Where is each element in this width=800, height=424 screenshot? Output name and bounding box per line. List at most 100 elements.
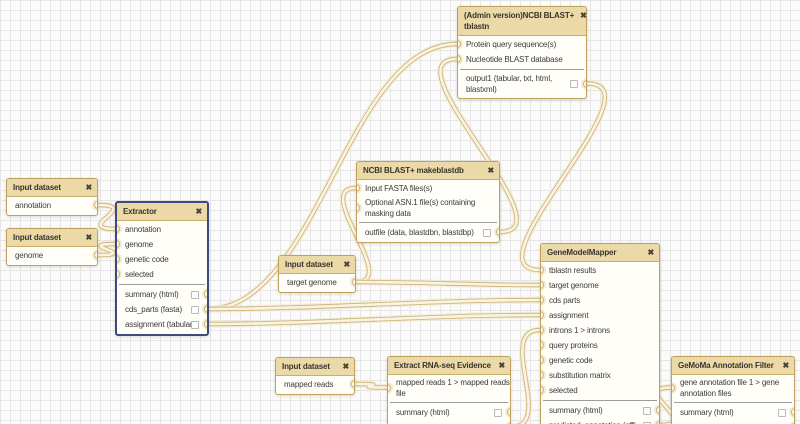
output-terminal[interactable] xyxy=(204,290,207,298)
port-label: cds parts xyxy=(549,295,580,306)
workflow-canvas[interactable]: (Admin version)NCBI BLAST+ tblastn ✖ Pro… xyxy=(0,0,800,424)
input-terminal[interactable] xyxy=(541,341,544,349)
node-header[interactable]: Input dataset ✖ xyxy=(7,179,97,197)
close-icon[interactable]: ✖ xyxy=(647,247,654,258)
close-icon[interactable]: ✖ xyxy=(580,10,587,21)
port-label: gene annotation file 1 > gene annotation… xyxy=(680,377,779,399)
input-terminal[interactable] xyxy=(672,384,675,392)
io-separator xyxy=(119,284,205,285)
input-terminal[interactable] xyxy=(541,356,544,364)
node-header[interactable]: GeneModelMapper ✖ xyxy=(541,244,659,262)
port-label: summary (html) xyxy=(549,405,602,416)
output-port-row: target genome xyxy=(279,275,355,290)
close-icon[interactable]: ✖ xyxy=(195,206,202,217)
close-icon[interactable]: ✖ xyxy=(487,165,494,176)
output-port-row: summary (html) xyxy=(672,405,794,420)
node-title: GeMoMa Annotation Filter xyxy=(678,360,774,371)
input-terminal[interactable] xyxy=(541,281,544,289)
input-terminal[interactable] xyxy=(541,311,544,319)
node-header[interactable]: Extractor ✖ xyxy=(117,203,207,221)
output-terminal[interactable] xyxy=(496,228,499,236)
output-terminal[interactable] xyxy=(351,380,354,388)
connection-wire xyxy=(356,282,540,285)
output-terminal[interactable] xyxy=(94,251,97,259)
workflow-node-extract-rnaseq[interactable]: Extract RNA-seq Evidence ✖ mapped reads … xyxy=(387,356,511,424)
workflow-node-input-target-genome[interactable]: Input dataset ✖ target genome xyxy=(278,255,356,293)
port-label: annotation xyxy=(15,200,51,211)
output-port-row: cds_parts (fasta) xyxy=(117,302,207,317)
port-label: mapped reads 1 > mapped reads file xyxy=(396,377,510,399)
input-terminal[interactable] xyxy=(541,326,544,334)
close-icon[interactable]: ✖ xyxy=(498,360,505,371)
workflow-node-extractor[interactable]: Extractor ✖ annotationgenomegenetic code… xyxy=(115,201,209,336)
workflow-output-checkbox[interactable] xyxy=(570,80,578,88)
workflow-node-input-annotation[interactable]: Input dataset ✖ annotation xyxy=(6,178,98,216)
output-terminal[interactable] xyxy=(204,320,207,328)
input-terminal[interactable] xyxy=(541,386,544,394)
input-terminal[interactable] xyxy=(388,384,391,392)
workflow-output-checkbox[interactable] xyxy=(483,229,491,237)
node-title: NCBI BLAST+ makeblastdb xyxy=(363,165,464,176)
workflow-node-gemoma-filter[interactable]: GeMoMa Annotation Filter ✖ gene annotati… xyxy=(671,356,795,424)
output-port-row: output1 (tabular, txt, html, blastxml) xyxy=(458,72,586,96)
input-terminal[interactable] xyxy=(357,184,360,192)
output-terminal[interactable] xyxy=(791,408,794,416)
input-terminal[interactable] xyxy=(541,371,544,379)
node-header[interactable]: Input dataset ✖ xyxy=(7,229,97,247)
output-terminal[interactable] xyxy=(507,408,510,416)
output-port-row: genome xyxy=(7,248,97,263)
close-icon[interactable]: ✖ xyxy=(343,259,350,270)
workflow-output-checkbox[interactable] xyxy=(191,306,199,314)
close-icon[interactable]: ✖ xyxy=(85,182,92,193)
port-label: genome xyxy=(125,239,153,250)
output-terminal[interactable] xyxy=(583,80,586,88)
connection-wire xyxy=(98,205,116,229)
input-port-row: assignment xyxy=(541,308,659,323)
io-separator xyxy=(359,222,497,223)
input-terminal[interactable] xyxy=(117,240,120,248)
workflow-node-tblastn[interactable]: (Admin version)NCBI BLAST+ tblastn ✖ Pro… xyxy=(457,6,587,99)
workflow-output-checkbox[interactable] xyxy=(643,407,651,415)
port-label: genome xyxy=(15,250,43,261)
output-terminal[interactable] xyxy=(204,305,207,313)
workflow-node-genemodelmapper[interactable]: GeneModelMapper ✖ tblastn resultstarget … xyxy=(540,243,660,424)
port-label: Protein query sequence(s) xyxy=(466,39,556,50)
close-icon[interactable]: ✖ xyxy=(342,361,349,372)
connection-wire xyxy=(511,330,540,424)
workflow-output-checkbox[interactable] xyxy=(191,291,199,299)
input-terminal[interactable] xyxy=(117,270,120,278)
workflow-output-checkbox[interactable] xyxy=(191,321,199,329)
node-header[interactable]: (Admin version)NCBI BLAST+ tblastn ✖ xyxy=(458,7,586,36)
port-label: summary (html) xyxy=(396,407,449,418)
node-header[interactable]: NCBI BLAST+ makeblastdb ✖ xyxy=(357,162,499,180)
workflow-node-input-genome[interactable]: Input dataset ✖ genome xyxy=(6,228,98,266)
output-port-row: introns (gff) xyxy=(388,420,510,424)
workflow-node-makeblastdb[interactable]: NCBI BLAST+ makeblastdb ✖ Input FASTA fi… xyxy=(356,161,500,243)
node-header[interactable]: GeMoMa Annotation Filter ✖ xyxy=(672,357,794,375)
port-label: selected xyxy=(549,385,578,396)
node-header[interactable]: Input dataset ✖ xyxy=(279,256,355,274)
output-terminal[interactable] xyxy=(352,278,355,286)
workflow-node-input-mapped-reads[interactable]: Input dataset ✖ mapped reads xyxy=(275,357,355,395)
input-terminal[interactable] xyxy=(117,255,120,263)
workflow-output-checkbox[interactable] xyxy=(494,409,502,417)
input-terminal[interactable] xyxy=(357,204,360,212)
node-header[interactable]: Extract RNA-seq Evidence ✖ xyxy=(388,357,510,375)
output-terminal[interactable] xyxy=(94,201,97,209)
node-body: annotationgenomegenetic codeselectedsumm… xyxy=(117,221,207,334)
input-terminal[interactable] xyxy=(541,296,544,304)
input-terminal[interactable] xyxy=(541,266,544,274)
close-icon[interactable]: ✖ xyxy=(85,232,92,243)
node-body: Protein query sequence(s)Nucleotide BLAS… xyxy=(458,36,586,98)
input-terminal[interactable] xyxy=(458,40,461,48)
workflow-output-checkbox[interactable] xyxy=(778,409,786,417)
node-title: Extract RNA-seq Evidence xyxy=(394,360,491,371)
close-icon[interactable]: ✖ xyxy=(782,360,789,371)
node-header[interactable]: Input dataset ✖ xyxy=(276,358,354,376)
output-terminal[interactable] xyxy=(656,406,659,414)
port-label: annotation xyxy=(125,224,161,235)
node-title: Input dataset xyxy=(285,259,333,270)
input-terminal[interactable] xyxy=(117,225,120,233)
input-terminal[interactable] xyxy=(458,55,461,63)
connection-wire xyxy=(98,244,116,255)
